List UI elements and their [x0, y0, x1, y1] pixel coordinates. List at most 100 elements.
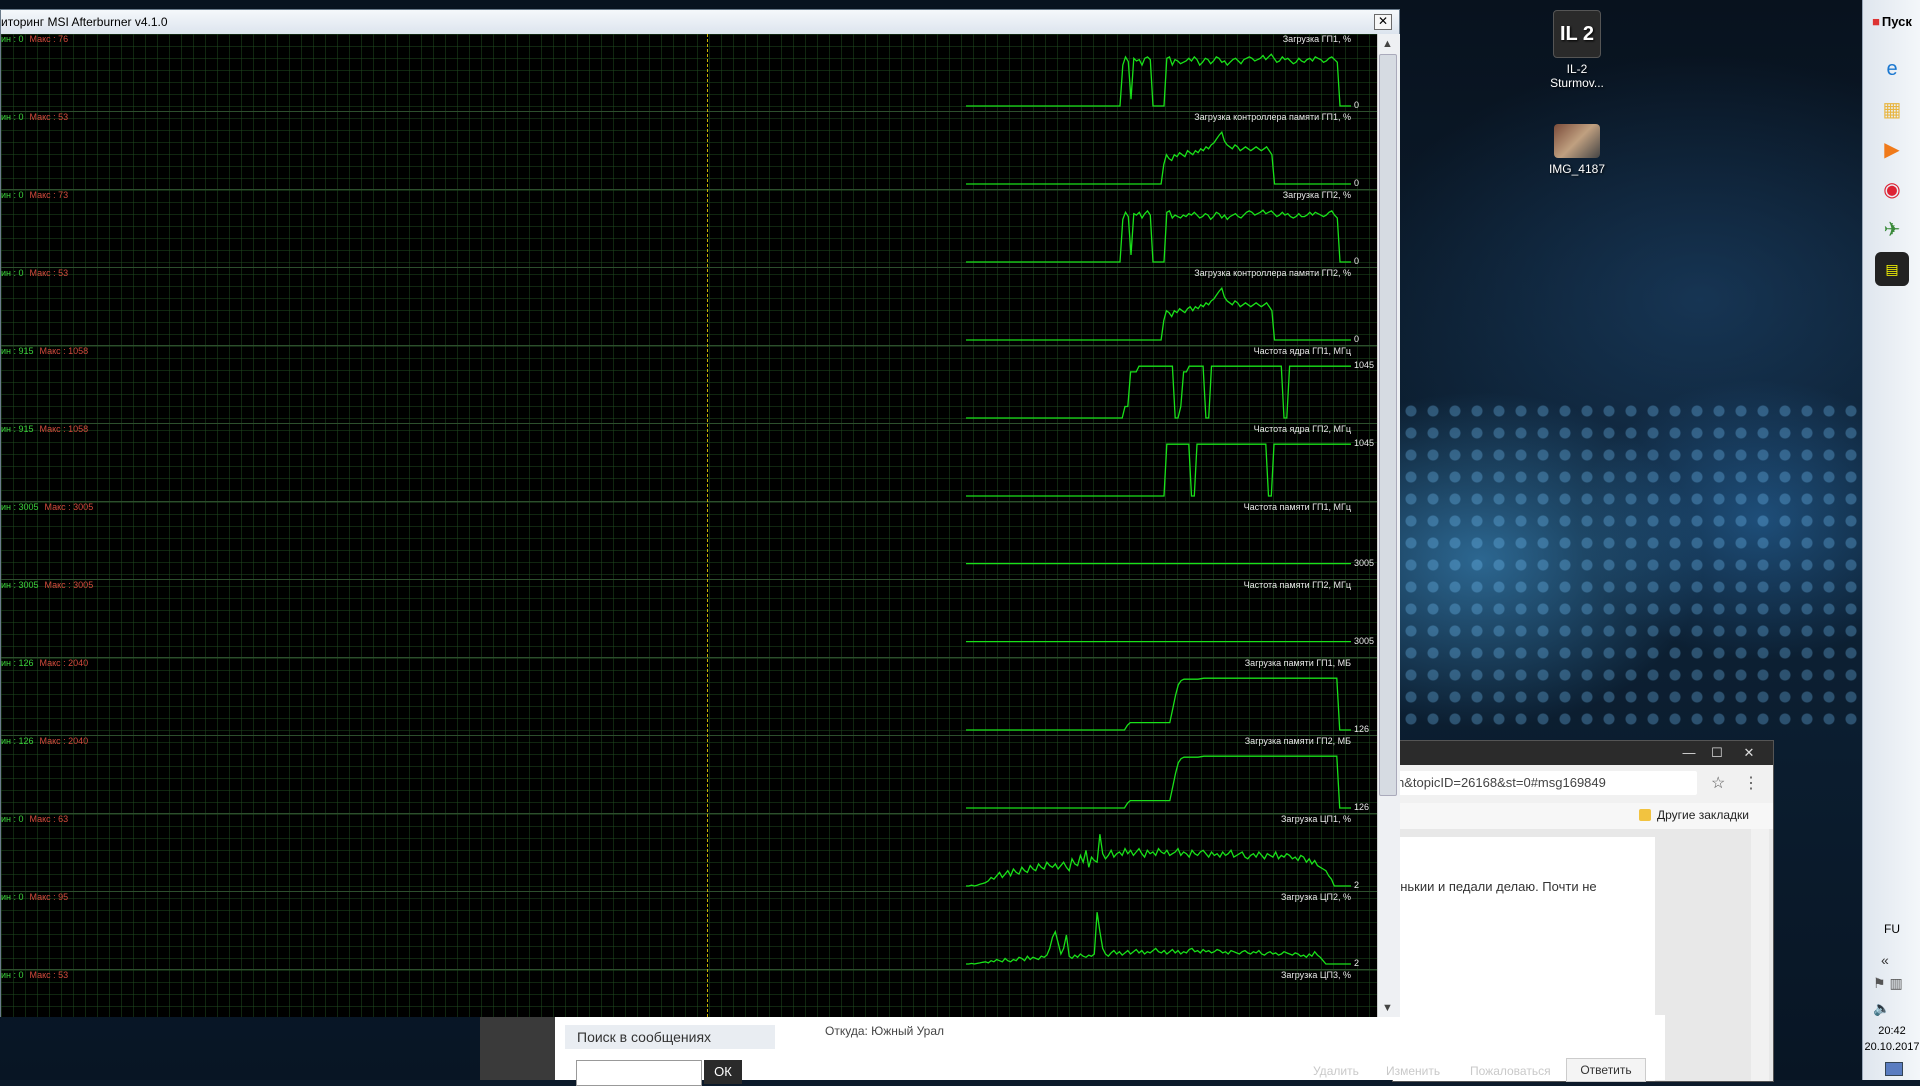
graph-min-label: ин : 3005: [1, 502, 39, 512]
graph-min-label: ин : 915: [1, 424, 34, 434]
internet-explorer-icon[interactable]: e: [1875, 52, 1909, 86]
graph-min-label: ин : 0: [1, 112, 24, 122]
delete-link[interactable]: Удалить: [1313, 1064, 1359, 1078]
scrollbar-thumb[interactable]: [1379, 54, 1397, 796]
close-button[interactable]: ✕: [1374, 14, 1392, 30]
graph-band: ин : 3005 Макс : 3005 Частота памяти ГП2, …: [1, 580, 1377, 658]
explorer-icon[interactable]: ▦: [1875, 92, 1909, 126]
maximize-button[interactable]: ☐: [1703, 743, 1731, 763]
graph-minmax: ин : 3005 Макс : 3005: [1, 502, 93, 512]
graph-plot: [966, 286, 1351, 341]
graph-band-partial: ин : 0 Макс : 53 Загрузка ЦП3, %: [1, 970, 1377, 984]
graph-line: [966, 209, 1351, 263]
graph-plot: [966, 443, 1351, 497]
graph-line: [966, 677, 1351, 731]
graph-max-label: Макс : 53: [29, 970, 69, 980]
graph-plot: [966, 562, 1351, 565]
graph-minmax: ин : 3005 Макс : 3005: [1, 580, 93, 590]
graph-minmax: ин : 0 Макс : 73: [1, 190, 68, 200]
graph-minmax: ин : 0 Макс : 53: [1, 112, 68, 122]
afterburner-monitor-window: иторинг MSI Afterburner v4.1.0 ✕ ин : 0 М…: [0, 9, 1400, 1017]
graph-max-label: Макс : 73: [29, 190, 69, 200]
graph-minmax: ин : 126 Макс : 2040: [1, 736, 88, 746]
volume-icon[interactable]: 🔈: [1873, 1000, 1890, 1017]
graph-plot: [966, 834, 1351, 887]
minimize-button[interactable]: —: [1675, 743, 1703, 763]
graph-min-label: ин : 0: [1, 34, 24, 44]
graph-current-value: 126: [1354, 724, 1370, 734]
search-input[interactable]: [576, 1060, 702, 1086]
graph-band: ин : 0 Макс : 95 Загрузка ЦП2, % 2: [1, 892, 1377, 970]
graph-minmax: ин : 126 Макс : 2040: [1, 658, 88, 668]
menu-icon[interactable]: ⋮: [1743, 773, 1759, 793]
graph-band: ин : 915 Макс : 1058 Частота ядра ГП2, МГц…: [1, 424, 1377, 502]
bookmark-star-icon[interactable]: ☆: [1711, 773, 1725, 793]
graph-band: ин : 0 Макс : 63 Загрузка ЦП1, % 2: [1, 814, 1377, 892]
graph-min-label: ин : 0: [1, 190, 24, 200]
graph-current-value: 0: [1354, 256, 1360, 266]
page-scrollbar[interactable]: [1751, 829, 1769, 1081]
graph-minmax: ин : 0 Макс : 95: [1, 892, 68, 902]
desktop-icon-il2[interactable]: IL 2 IL-2 Sturmov...: [1537, 10, 1617, 90]
graph-plot: [966, 209, 1351, 263]
graph-plot: [966, 755, 1351, 809]
post-text: енькии и педали делаю. Почти не: [1393, 879, 1597, 894]
search-ok-button[interactable]: ОК: [704, 1060, 742, 1084]
graph-max-label: Макс : 1058: [39, 346, 89, 356]
graph-current-value: 2: [1354, 958, 1360, 968]
author-location: Откуда: Южный Урал: [825, 1024, 945, 1038]
graph-min-label: ин : 0: [1, 268, 24, 278]
graph-line: [966, 834, 1351, 887]
action-center-flag-icon[interactable]: ⚑ ▥: [1873, 975, 1903, 992]
graph-band: ин : 126 Макс : 2040 Загрузка памяти ГП1, …: [1, 658, 1377, 736]
graph-plot: [966, 912, 1351, 965]
desktop-icon-img4187[interactable]: IMG_4187: [1537, 118, 1617, 176]
graph-current-value: 0: [1354, 178, 1360, 188]
graph-current-value: 3005: [1354, 635, 1375, 646]
other-bookmarks-link[interactable]: Другие закладки: [1657, 808, 1749, 822]
graph-line: [966, 130, 1351, 185]
video-file-icon: [1554, 124, 1600, 158]
graph-max-label: Макс : 3005: [44, 580, 94, 590]
window-title: иторинг MSI Afterburner v4.1.0: [1, 15, 168, 29]
graph-line: [966, 53, 1351, 107]
edit-link[interactable]: Изменить: [1386, 1064, 1440, 1078]
start-button[interactable]: ■ Пуск: [1865, 6, 1919, 36]
graph-current-value: 1045: [1354, 360, 1375, 371]
graph-max-label: Макс : 76: [29, 34, 69, 44]
language-indicator[interactable]: FU: [1871, 922, 1913, 936]
tray-expand-icon[interactable]: «: [1881, 952, 1889, 968]
url-field[interactable]: h&topicID=26168&st=0#msg169849: [1397, 771, 1697, 795]
chrome-icon[interactable]: ◉: [1875, 172, 1909, 206]
address-bar: h&topicID=26168&st=0#msg169849 ☆ ⋮: [1393, 765, 1773, 804]
graph-band: ин : 126 Макс : 2040 Загрузка памяти ГП2, …: [1, 736, 1377, 814]
close-button[interactable]: ✕: [1735, 743, 1763, 763]
media-player-icon[interactable]: ▶: [1875, 132, 1909, 166]
clock-time[interactable]: 20:42: [1863, 1025, 1920, 1037]
scroll-up-arrow-icon[interactable]: ▲: [1382, 38, 1393, 50]
clock-date[interactable]: 20.10.2017: [1863, 1041, 1920, 1053]
show-desktop-button[interactable]: [1885, 1062, 1903, 1076]
taskbar: ■ Пуск e ▦ ▶ ◉ ✈ ▤ FU « ⚑ ▥ 🔈 20:42 20.1…: [1862, 0, 1920, 1080]
graph-min-label: ин : 0: [1, 892, 24, 902]
graph-minmax: ин : 915 Макс : 1058: [1, 424, 88, 434]
scroll-down-arrow-icon[interactable]: ▼: [1382, 1002, 1393, 1014]
game-icon[interactable]: ✈: [1875, 212, 1909, 246]
reply-button[interactable]: Ответить: [1566, 1058, 1646, 1082]
desktop-icon-label: IMG_4187: [1548, 162, 1606, 176]
graph-max-label: Макс : 2040: [39, 736, 89, 746]
graph-max-label: Макс : 53: [29, 112, 69, 122]
afterburner-monitor-icon[interactable]: ▤: [1875, 252, 1909, 286]
report-link[interactable]: Пожаловаться: [1470, 1064, 1551, 1078]
graph-line: [966, 912, 1351, 965]
folder-icon: [1639, 809, 1651, 821]
graph-minmax: ин : 0 Макс : 53: [1, 970, 68, 980]
graph-max-label: Макс : 53: [29, 268, 69, 278]
windows-logo-icon: ■: [1872, 13, 1880, 29]
graph-current-value: 0: [1354, 334, 1360, 344]
graph-band: ин : 0 Макс : 53 Загрузка контроллера памя…: [1, 268, 1377, 346]
graph-min-label: ин : 915: [1, 346, 34, 356]
graph-min-label: ин : 0: [1, 970, 24, 980]
graph-band: ин : 3005 Макс : 3005 Частота памяти ГП1, …: [1, 502, 1377, 580]
window-titlebar[interactable]: иторинг MSI Afterburner v4.1.0 ✕: [1, 10, 1399, 34]
